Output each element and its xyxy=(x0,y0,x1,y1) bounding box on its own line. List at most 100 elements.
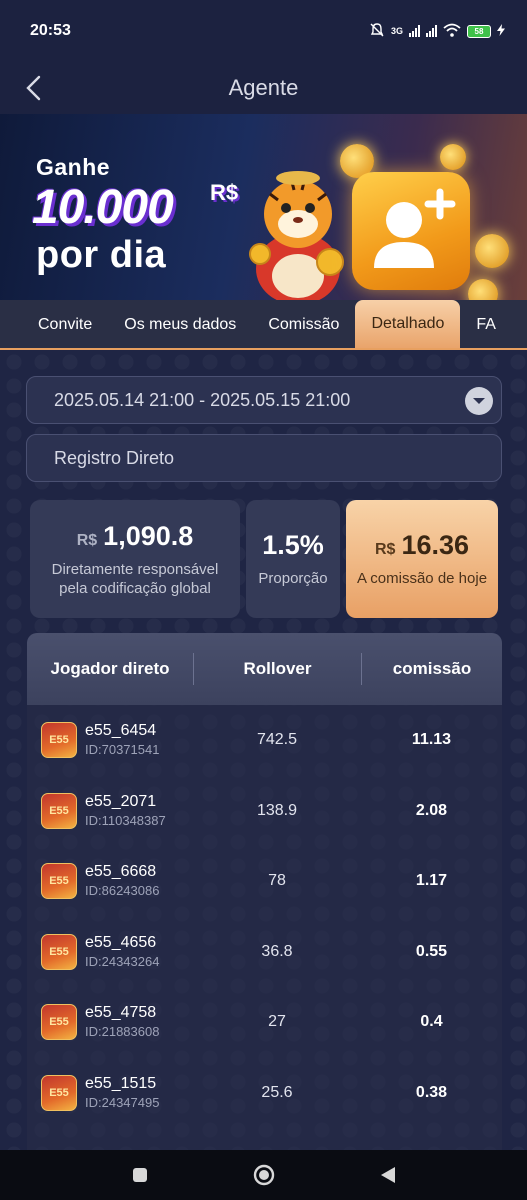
charging-icon xyxy=(497,23,505,39)
player-cell: E55 e55_6668 ID:86243086 xyxy=(27,862,193,900)
signal-icon xyxy=(426,25,437,37)
player-id: ID:24347495 xyxy=(85,1094,160,1110)
status-bar: 20:53 3G 58 xyxy=(0,0,527,62)
player-name: e55_4656 xyxy=(85,933,157,951)
circle-icon xyxy=(253,1164,274,1186)
player-name: e55_6668 xyxy=(85,863,157,881)
avatar: E55 xyxy=(41,863,77,900)
commission-value: 0.55 xyxy=(415,942,448,960)
dropdown-button[interactable] xyxy=(465,387,493,415)
stat-today-value: R$ 16.36 xyxy=(375,530,469,561)
commission-value: 0.38 xyxy=(415,1083,448,1101)
currency-label: R$ xyxy=(374,541,396,558)
table-body: E55 e55_6454 ID:70371541 742.5 11.13 E55 … xyxy=(27,705,502,1168)
stat-ratio-label: Proporção xyxy=(258,570,328,587)
player-name: e55_6454 xyxy=(85,722,157,740)
stat-today-amount: 16.36 xyxy=(401,530,470,560)
stat-card-global: R$ 1,090.8 Diretamente responsável pela c… xyxy=(30,500,240,618)
player-cell: E55 e55_6454 ID:70371541 xyxy=(27,721,193,759)
player-id: ID:110348387 xyxy=(85,812,166,828)
player-id: ID:24343264 xyxy=(85,953,160,969)
coin-decoration xyxy=(475,234,509,268)
stat-global-amount: 1,090.8 xyxy=(103,520,194,551)
player-id: ID:21883608 xyxy=(85,1024,160,1040)
home-button[interactable] xyxy=(252,1163,276,1187)
chevron-left-icon xyxy=(26,75,41,101)
status-time: 20:53 xyxy=(30,22,71,39)
rollover-value: 27 xyxy=(268,1013,286,1031)
avatar: E55 xyxy=(41,1004,77,1041)
stat-ratio-value: 1.5% xyxy=(262,530,324,560)
banner-line1: Ganhe xyxy=(36,154,111,180)
tab-detalhado[interactable]: Detalhado xyxy=(355,300,461,348)
network-type: 3G xyxy=(390,26,403,36)
player-cell: E55 e55_4758 ID:21883608 xyxy=(27,1003,193,1041)
stat-global-value: R$ 1,090.8 xyxy=(77,521,194,552)
signal-icon xyxy=(409,25,420,37)
date-range-select[interactable]: 2025.05.14 21:00 - 2025.05.15 21:00 xyxy=(26,376,502,424)
tab-fa[interactable]: FA xyxy=(460,302,512,348)
page-title: Agente xyxy=(228,75,299,100)
table-header: Jogador direto Rollover comissão xyxy=(27,633,502,705)
promo-banner[interactable]: Ganhe 10.000 R$ por dia xyxy=(0,114,527,300)
tab-meus-dados[interactable]: Os meus dados xyxy=(108,302,252,348)
avatar: E55 xyxy=(41,933,77,970)
nav-back-button[interactable] xyxy=(376,1163,400,1187)
tab-bar: Convite Os meus dados Comissão Detalhado… xyxy=(0,300,527,350)
date-range-value: 2025.05.14 21:00 - 2025.05.15 21:00 xyxy=(54,389,351,410)
stat-today-label: A comissão de hoje xyxy=(356,570,488,587)
stat-card-ratio: 1.5% Proporção xyxy=(246,500,340,618)
player-id: ID:70371541 xyxy=(85,742,160,758)
header: Agente xyxy=(0,62,527,114)
triangle-back-icon xyxy=(380,1167,395,1183)
coin-decoration xyxy=(468,279,498,300)
table-row[interactable]: E55 e55_4758 ID:21883608 27 0.4 xyxy=(27,987,502,1058)
coin-decoration xyxy=(440,144,466,170)
column-header-player: Jogador direto xyxy=(50,659,170,678)
currency-label: R$ xyxy=(76,531,98,549)
player-id: ID:86243086 xyxy=(85,883,160,899)
table-row[interactable]: E55 e55_6454 ID:70371541 742.5 11.13 xyxy=(27,705,502,776)
square-icon xyxy=(132,1168,147,1182)
player-cell: E55 e55_4656 ID:24343264 xyxy=(27,933,193,971)
rollover-value: 36.8 xyxy=(261,942,293,960)
tab-convite[interactable]: Convite xyxy=(0,302,108,348)
tiger-mascot-icon xyxy=(249,171,344,300)
battery-icon: 58 xyxy=(467,24,491,38)
banner-line3: por dia xyxy=(36,234,167,276)
table-row[interactable]: E55 e55_6668 ID:86243086 78 1.17 xyxy=(27,846,502,917)
record-type-value: Registro Direto xyxy=(54,447,175,468)
recent-apps-button[interactable] xyxy=(128,1163,152,1187)
banner-amount: 10.000 xyxy=(32,181,174,234)
commission-value: 11.13 xyxy=(411,731,452,749)
table-row[interactable]: E55 e55_4656 ID:24343264 36.8 0.55 xyxy=(27,917,502,988)
avatar: E55 xyxy=(41,792,77,829)
rollover-value: 138.9 xyxy=(256,801,298,819)
commission-value: 0.4 xyxy=(420,1013,443,1031)
system-nav-bar xyxy=(0,1150,527,1200)
column-header-commission: comissão xyxy=(392,659,472,678)
table-row[interactable]: E55 e55_1515 ID:24347495 25.6 0.38 xyxy=(27,1058,502,1129)
player-cell: E55 e55_2071 ID:110348387 xyxy=(27,792,193,830)
avatar: E55 xyxy=(41,722,77,759)
player-cell: E55 e55_1515 ID:24347495 xyxy=(27,1074,193,1112)
column-header-rollover: Rollover xyxy=(243,659,312,678)
mute-bell-icon xyxy=(369,22,385,41)
tab-comissao[interactable]: Comissão xyxy=(252,302,355,348)
commission-table: Jogador direto Rollover comissão E55 e55… xyxy=(27,633,502,1173)
invite-user-icon xyxy=(352,172,470,290)
avatar: E55 xyxy=(41,1074,77,1111)
back-button[interactable] xyxy=(14,68,54,108)
stat-global-label: Diretamente responsável pela codificação… xyxy=(51,560,219,597)
status-icons: 3G 58 xyxy=(369,22,505,41)
wifi-icon xyxy=(443,23,461,40)
stat-card-today: R$ 16.36 A comissão de hoje xyxy=(346,500,498,618)
rollover-value: 742.5 xyxy=(256,731,298,749)
record-type-select[interactable]: Registro Direto xyxy=(26,434,502,482)
player-name: e55_2071 xyxy=(85,792,157,810)
commission-value: 1.17 xyxy=(415,872,448,890)
table-row[interactable]: E55 e55_2071 ID:110348387 138.9 2.08 xyxy=(27,776,502,847)
rollover-value: 25.6 xyxy=(261,1083,293,1101)
commission-value: 2.08 xyxy=(415,801,448,819)
rollover-value: 78 xyxy=(268,872,286,890)
